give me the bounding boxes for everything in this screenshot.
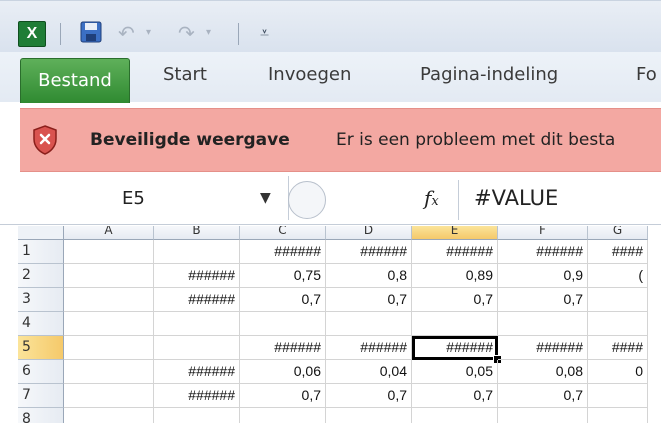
row-header-5[interactable]: 5 (18, 336, 64, 360)
cell-f5[interactable]: ###### (498, 336, 588, 360)
cell-b8[interactable] (154, 408, 240, 423)
cell-c7[interactable]: 0,7 (240, 384, 326, 408)
row-header-2[interactable]: 2 (18, 264, 64, 288)
cell-a5[interactable] (64, 336, 154, 360)
formula-input[interactable]: #VALUE (474, 186, 558, 210)
cell-c6[interactable]: 0,06 (240, 360, 326, 384)
cell-g6[interactable]: 0 (588, 360, 648, 384)
row-header-7[interactable]: 7 (18, 384, 64, 408)
cell-g4[interactable] (588, 312, 648, 336)
cell-e6[interactable]: 0,05 (412, 360, 498, 384)
cell-e2[interactable]: 0,89 (412, 264, 498, 288)
undo-icon[interactable]: ↶ (118, 21, 135, 45)
tab-invoegen[interactable]: Invoegen (268, 64, 351, 85)
cell-a3[interactable] (64, 288, 154, 312)
column-header-a[interactable]: A (64, 226, 154, 240)
tab-pagina-indeling[interactable]: Pagina-indeling (420, 64, 558, 85)
toolbar-separator (238, 23, 239, 45)
cell-b2[interactable]: ###### (154, 264, 240, 288)
cell-a4[interactable] (64, 312, 154, 336)
cell-g8[interactable] (588, 408, 648, 423)
cell-g2[interactable]: ( (588, 264, 648, 288)
column-header-g[interactable]: G (588, 226, 648, 240)
cell-g3[interactable] (588, 288, 648, 312)
cell-e3[interactable]: 0,7 (412, 288, 498, 312)
insert-function-icon[interactable]: fx (424, 186, 439, 210)
spreadsheet-grid[interactable]: A B C D E F G 1 ###### ###### ###### ###### #### 2 ###… (18, 226, 661, 423)
formula-separator (458, 180, 459, 220)
cell-d1[interactable]: ###### (326, 240, 412, 264)
row-header-6[interactable]: 6 (18, 360, 64, 384)
undo-dropdown-icon[interactable]: ▾ (146, 27, 151, 38)
column-header-e[interactable]: E (412, 226, 498, 240)
row-header-3[interactable]: 3 (18, 288, 64, 312)
cell-d7[interactable]: 0,7 (326, 384, 412, 408)
cell-f2[interactable]: 0,9 (498, 264, 588, 288)
cell-d8[interactable] (326, 408, 412, 423)
cell-f4[interactable] (498, 312, 588, 336)
tab-formules[interactable]: Fo (636, 64, 657, 85)
name-box[interactable] (18, 176, 289, 220)
cell-d5[interactable]: ###### (326, 336, 412, 360)
cell-e1[interactable]: ###### (412, 240, 498, 264)
cell-f1[interactable]: ###### (498, 240, 588, 264)
cell-f7[interactable]: 0,7 (498, 384, 588, 408)
cell-a7[interactable] (64, 384, 154, 408)
column-header-b[interactable]: B (154, 226, 240, 240)
name-box-value[interactable]: E5 (122, 188, 145, 209)
cell-b5[interactable] (154, 336, 240, 360)
cell-g5[interactable]: #### (588, 336, 648, 360)
cell-b3[interactable]: ###### (154, 288, 240, 312)
tab-start[interactable]: Start (163, 64, 207, 85)
cell-e4[interactable] (412, 312, 498, 336)
redo-dropdown-icon[interactable]: ▾ (206, 27, 211, 38)
cell-g7[interactable] (588, 384, 648, 408)
column-header-d[interactable]: D (326, 226, 412, 240)
cell-d4[interactable] (326, 312, 412, 336)
cell-c5[interactable]: ###### (240, 336, 326, 360)
customize-toolbar-icon[interactable]: ⩡ (260, 23, 269, 43)
cell-d2[interactable]: 0,8 (326, 264, 412, 288)
cell-d6[interactable]: 0,04 (326, 360, 412, 384)
ribbon-tabs: Bestand Start Invoegen Pagina-indeling F… (0, 52, 661, 103)
cell-f8[interactable] (498, 408, 588, 423)
protected-view-message: Er is een probleem met dit besta (336, 130, 616, 150)
cell-b1[interactable] (154, 240, 240, 264)
cell-f6[interactable]: 0,08 (498, 360, 588, 384)
cell-c4[interactable] (240, 312, 326, 336)
row-header-4[interactable]: 4 (18, 312, 64, 336)
formula-cancel-icon[interactable] (288, 181, 326, 219)
redo-icon[interactable]: ↷ (178, 21, 195, 45)
select-all-corner[interactable] (18, 226, 64, 240)
cell-a6[interactable] (64, 360, 154, 384)
cell-d3[interactable]: 0,7 (326, 288, 412, 312)
cell-a1[interactable] (64, 240, 154, 264)
row-header-8[interactable]: 8 (18, 408, 64, 423)
column-header-f[interactable]: F (498, 226, 588, 240)
cell-b6[interactable]: ###### (154, 360, 240, 384)
quick-access-toolbar: X ↶ ▾ ↷ ▾ ⩡ (0, 0, 661, 53)
cell-e7[interactable]: 0,7 (412, 384, 498, 408)
protected-view-title: Beveiligde weergave (90, 130, 290, 150)
cell-a8[interactable] (64, 408, 154, 423)
cell-c2[interactable]: 0,75 (240, 264, 326, 288)
cell-f3[interactable]: 0,7 (498, 288, 588, 312)
cell-b7[interactable]: ###### (154, 384, 240, 408)
cell-c1[interactable]: ###### (240, 240, 326, 264)
cell-e8[interactable] (412, 408, 498, 423)
column-header-c[interactable]: C (240, 226, 326, 240)
cell-g1[interactable]: #### (588, 240, 648, 264)
cell-b4[interactable] (154, 312, 240, 336)
name-box-dropdown-icon[interactable]: ▼ (260, 190, 271, 206)
row-header-1[interactable]: 1 (18, 240, 64, 264)
cell-e5[interactable]: ###### (412, 336, 498, 360)
cell-c3[interactable]: 0,7 (240, 288, 326, 312)
tab-bestand[interactable]: Bestand (20, 58, 130, 103)
shield-icon (33, 125, 57, 155)
cell-a2[interactable] (64, 264, 154, 288)
save-icon[interactable] (80, 21, 102, 43)
toolbar-separator (60, 23, 61, 45)
excel-app-icon[interactable]: X (18, 21, 46, 47)
cell-c8[interactable] (240, 408, 326, 423)
